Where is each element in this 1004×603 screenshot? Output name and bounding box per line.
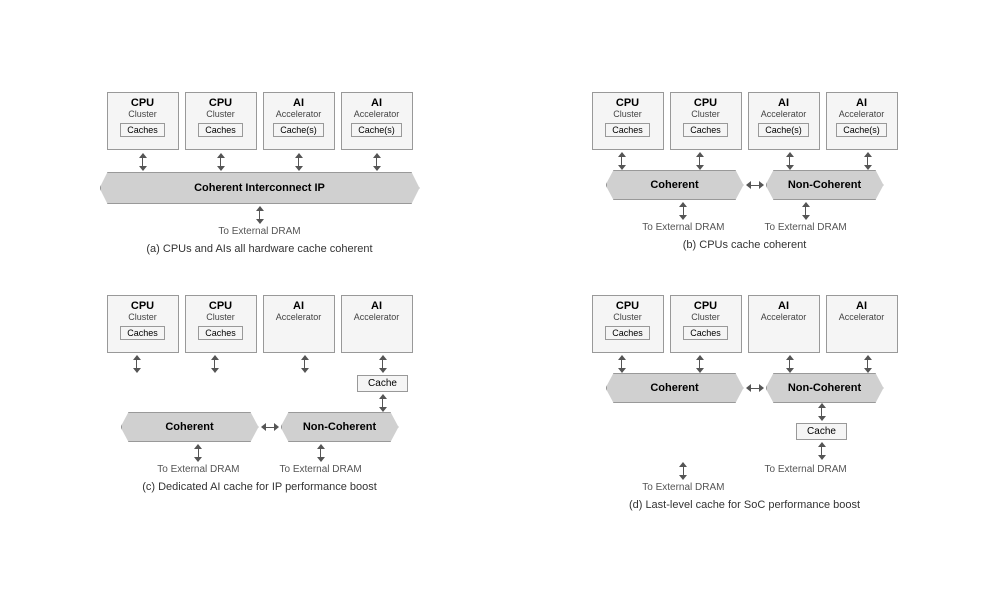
dbl-arrow-a2 (185, 153, 257, 171)
diagram-c: CPU Cluster Caches CPU Cluster Caches AI… (22, 285, 497, 521)
dbl-arrow-cache-bot-d (786, 442, 858, 460)
dbl-arrow-d2 (664, 355, 736, 373)
cpu-cluster-d2: CPU Cluster Caches (670, 295, 742, 353)
dbl-arrow-dram-b1 (647, 202, 719, 220)
banner-coherent-ip-a: Coherent Interconnect IP (100, 172, 420, 204)
arrows-a (107, 153, 413, 171)
ai-accel-2: AI Accelerator Cache(s) (341, 92, 413, 150)
ext-dram-b1: To External DRAM (642, 222, 724, 233)
extra-cache-area-c: Cache (191, 373, 419, 412)
diagram-d: CPU Cluster Caches CPU Cluster Caches AI… (507, 285, 982, 521)
dram-area-d2: To External DRAM (765, 462, 847, 493)
dbl-arrow-c1 (101, 355, 173, 373)
ext-dram-d1: To External DRAM (642, 482, 724, 493)
ai-accel-c2: AI Accelerator (341, 295, 413, 353)
dbl-arrow-c4 (347, 355, 419, 373)
dram-area-a: To External DRAM (218, 206, 300, 237)
dbl-arrow-a1 (107, 153, 179, 171)
dram-row-c: To External DRAM To External DRAM (157, 442, 362, 475)
dbl-arrow-b1 (586, 152, 658, 170)
arrows-b (586, 152, 904, 170)
dbl-arrow-h-d (746, 384, 764, 392)
dbl-arrow-b3 (754, 152, 826, 170)
nodes-row-c: CPU Cluster Caches CPU Cluster Caches AI… (107, 295, 413, 353)
ai-accel-d2: AI Accelerator (826, 295, 898, 353)
dbl-arrow-b2 (664, 152, 736, 170)
dram-area-b2: To External DRAM (765, 202, 847, 233)
ai-accel-c1: AI Accelerator (263, 295, 335, 353)
cpu-cluster-c2: CPU Cluster Caches (185, 295, 257, 353)
caption-b: (b) CPUs cache coherent (683, 239, 807, 251)
dbl-arrow-d1 (586, 355, 658, 373)
nodes-row-b: CPU Cluster Caches CPU Cluster Caches AI… (592, 92, 898, 150)
ai-accel-b2: AI Accelerator Cache(s) (826, 92, 898, 150)
ext-dram-a: To External DRAM (218, 226, 300, 237)
dbl-arrow-d4 (832, 355, 904, 373)
dbl-arrow-dram-b2 (770, 202, 842, 220)
cpu-cluster-2: CPU Cluster Caches (185, 92, 257, 150)
ext-dram-c1: To External DRAM (157, 464, 239, 475)
dbl-arrow-c2 (179, 355, 251, 373)
standalone-cache-c: Cache (357, 375, 408, 392)
caption-c: (c) Dedicated AI cache for IP performanc… (142, 481, 377, 493)
diagram-b: CPU Cluster Caches CPU Cluster Caches AI… (507, 82, 982, 265)
dram-area-c2: To External DRAM (280, 444, 362, 475)
banners-row-b: Coherent Non-Coherent (606, 170, 884, 200)
arrows-c-top (101, 355, 419, 373)
dbl-arrow-dram-c1 (162, 444, 234, 462)
dram-area-d1: To External DRAM (642, 462, 724, 493)
standalone-cache-d: Cache (796, 423, 847, 440)
dbl-arrow-a4 (341, 153, 413, 171)
cpu-cluster-d1: CPU Cluster Caches (592, 295, 664, 353)
caption-d: (d) Last-level cache for SoC performance… (629, 499, 860, 511)
dbl-arrow-dram-a (224, 206, 296, 224)
cpu-cluster-b1: CPU Cluster Caches (592, 92, 664, 150)
banner-noncoherent-c: Non-Coherent (281, 412, 399, 442)
dbl-arrow-cache-c (347, 394, 419, 412)
nodes-row-a: CPU Cluster Caches CPU Cluster Caches AI… (107, 92, 413, 150)
dbl-arrow-h-c (261, 423, 279, 431)
dbl-arrow-h-b (746, 181, 764, 189)
dbl-arrow-dram-d1 (647, 462, 719, 480)
dbl-arrow-a3 (263, 153, 335, 171)
dram-row-b: To External DRAM To External DRAM (642, 200, 847, 233)
banner-coherent-d: Coherent (606, 373, 744, 403)
banner-noncoherent-d: Non-Coherent (766, 373, 884, 403)
dbl-arrow-d3 (754, 355, 826, 373)
banners-row-c: Coherent Non-Coherent (121, 412, 399, 442)
ext-dram-d2: To External DRAM (765, 464, 847, 475)
dbl-arrow-cache-top-d (786, 403, 858, 421)
ext-dram-c2: To External DRAM (280, 464, 362, 475)
banner-coherent-b: Coherent (606, 170, 744, 200)
dram-row-d: To External DRAM To External DRAM (642, 460, 847, 493)
ai-accel-b1: AI Accelerator Cache(s) (748, 92, 820, 150)
cpu-cluster-1: CPU Cluster Caches (107, 92, 179, 150)
arrows-d-top (586, 355, 904, 373)
dram-area-c1: To External DRAM (157, 444, 239, 475)
main-container: CPU Cluster Caches CPU Cluster Caches AI… (12, 72, 992, 531)
ai-accel-1: AI Accelerator Cache(s) (263, 92, 335, 150)
dram-area-b1: To External DRAM (642, 202, 724, 233)
nodes-row-d: CPU Cluster Caches CPU Cluster Caches AI… (592, 295, 898, 353)
banner-coherent-c: Coherent (121, 412, 259, 442)
ext-dram-b2: To External DRAM (765, 222, 847, 233)
dbl-arrow-dram-c2 (285, 444, 357, 462)
dbl-arrow-b4 (832, 152, 904, 170)
banner-noncoherent-b: Non-Coherent (766, 170, 884, 200)
ai-accel-d1: AI Accelerator (748, 295, 820, 353)
dbl-arrow-c3 (269, 355, 341, 373)
banners-row-d: Coherent Non-Coherent (606, 373, 884, 403)
bottom-cache-area-d: Cache (632, 403, 858, 460)
caption-a: (a) CPUs and AIs all hardware cache cohe… (146, 243, 372, 255)
diagram-a: CPU Cluster Caches CPU Cluster Caches AI… (22, 82, 497, 265)
cpu-cluster-b2: CPU Cluster Caches (670, 92, 742, 150)
cpu-cluster-c1: CPU Cluster Caches (107, 295, 179, 353)
